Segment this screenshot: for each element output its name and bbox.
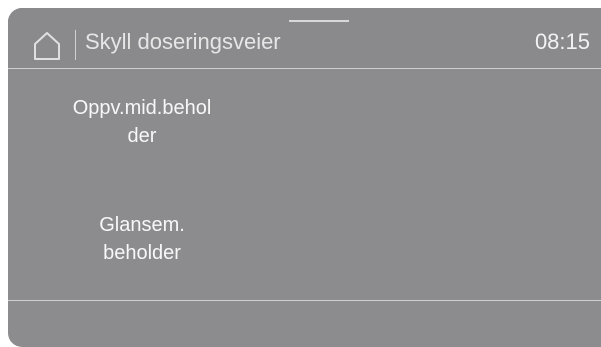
home-icon[interactable] (33, 31, 61, 61)
scroll-indicator (289, 20, 349, 22)
option-label-line1: Oppv.mid.behol (72, 97, 212, 119)
option-rinse-aid-container[interactable]: Glansem. beholder (24, 211, 260, 267)
page-title: Skyll doseringsveier (85, 29, 281, 54)
option-label-line2: der (127, 125, 157, 147)
option-label-line1: Glansem. (99, 214, 185, 236)
bottom-divider (8, 300, 601, 301)
header-bar: Skyll doseringsveier 08:15 (8, 8, 601, 69)
display-screen: Skyll doseringsveier 08:15 Oppv.mid.beho… (8, 8, 601, 347)
clock-time: 08:15 (534, 29, 590, 54)
option-label-line2: beholder (103, 242, 181, 264)
device-frame: Skyll doseringsveier 08:15 Oppv.mid.beho… (0, 0, 601, 347)
option-detergent-container[interactable]: Oppv.mid.behol der (24, 94, 260, 150)
header-separator (75, 30, 76, 60)
